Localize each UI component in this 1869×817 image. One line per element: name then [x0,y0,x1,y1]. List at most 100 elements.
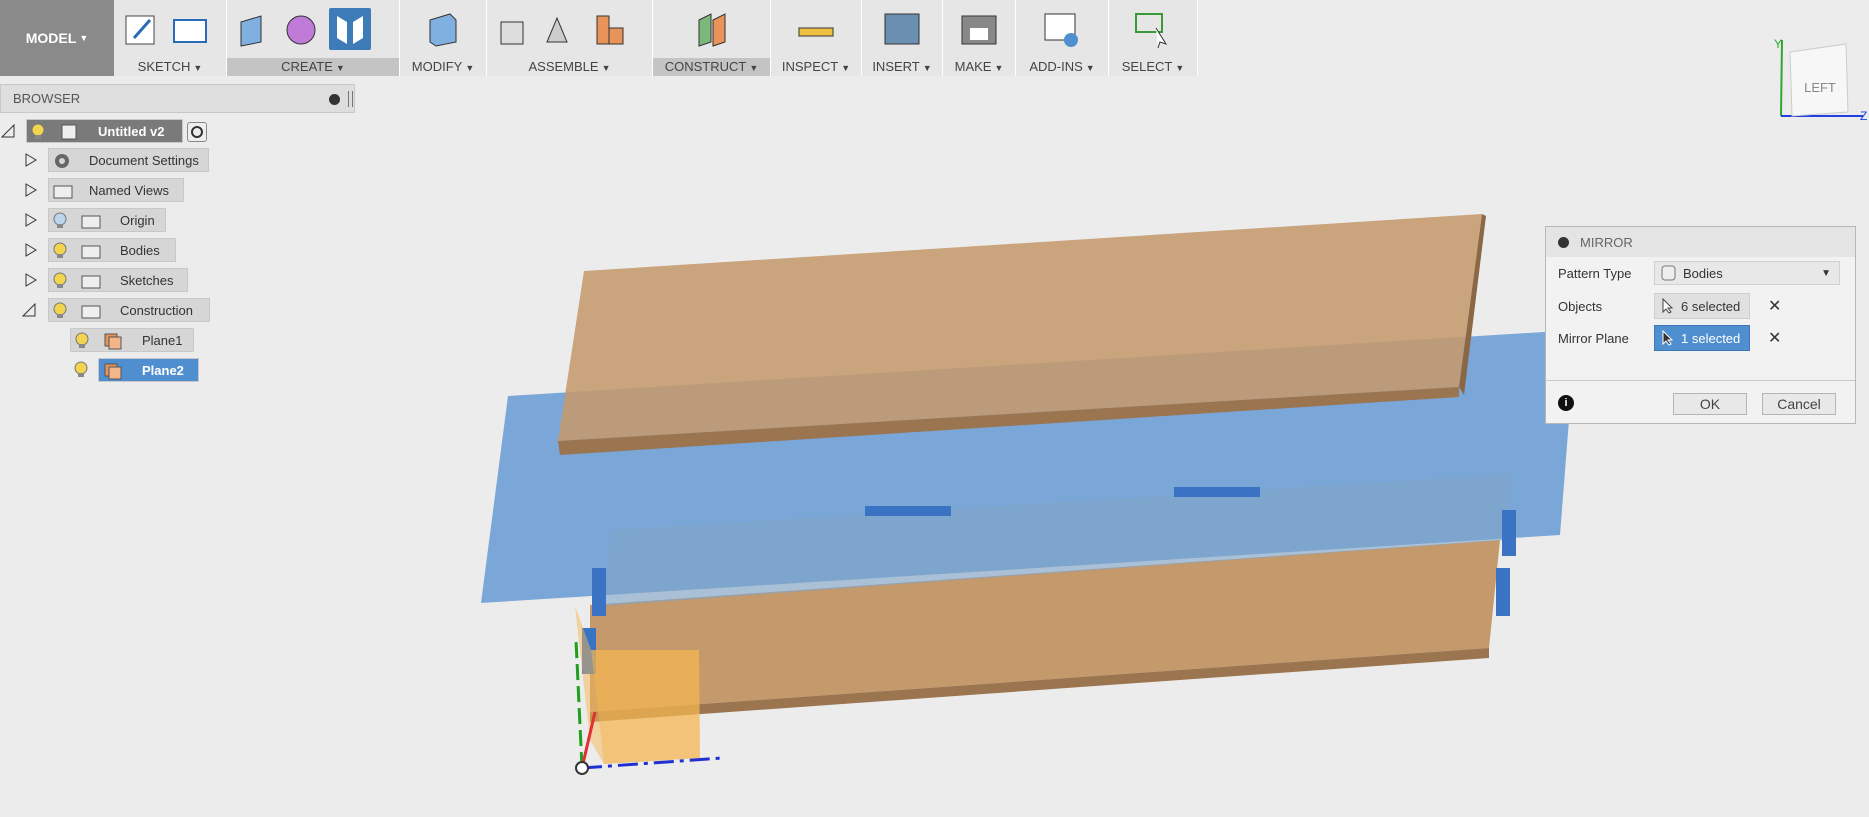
origin-point[interactable] [575,761,589,775]
add-ins-menu[interactable]: ADD-INS ▼ [1016,58,1108,76]
3d-print-icon[interactable] [958,8,1000,50]
modify-menu[interactable]: MODIFY ▼ [400,58,486,76]
expand-triangle-icon[interactable] [24,273,38,287]
add-ins-group: ADD-INS ▼ [1016,0,1109,76]
body-icon [1661,265,1676,281]
measure-icon[interactable] [795,8,837,50]
scripts-icon[interactable] [1041,8,1083,50]
collapse-triangle-icon[interactable] [1,124,15,138]
mirror-dialog-title: MIRROR [1580,235,1633,250]
ok-button[interactable]: OK [1673,393,1747,415]
sketch-group: SKETCH ▼ [114,0,227,76]
sketch-menu[interactable]: SKETCH ▼ [114,58,226,76]
pattern-type-value: Bodies [1683,265,1723,281]
expand-triangle-icon[interactable] [24,153,38,167]
expand-triangle-icon[interactable] [24,213,38,227]
construct-group: CONSTRUCT ▼ [653,0,771,76]
folder-icon [53,185,73,199]
plane2-selected-highlight[interactable]: Plane2 [98,358,199,382]
folder-icon [81,215,101,229]
tree-item-label: Named Views [89,182,169,198]
mirror-icon[interactable] [329,8,371,50]
tree-item-label: Bodies [120,242,160,258]
joint-icon[interactable] [541,8,583,50]
expand-triangle-icon[interactable] [24,183,38,197]
folder-icon [81,275,101,289]
extrude-icon[interactable] [233,8,275,50]
lightbulb-icon[interactable] [74,361,88,379]
mirror-dialog: MIRROR Pattern Type Bodies ▼ Objects 6 s… [1545,226,1856,424]
lightbulb-off-icon[interactable] [53,212,67,230]
expand-triangle-icon[interactable] [24,243,38,257]
inspect-menu[interactable]: INSPECT ▼ [771,58,861,76]
tree-item-document-settings[interactable]: Document Settings [48,148,209,172]
dialog-divider [1546,380,1855,381]
panel-grip-icon[interactable] [348,91,353,107]
chevron-down-icon: ▼ [1821,267,1831,279]
objects-value: 6 selected [1681,298,1741,314]
collapse-icon[interactable] [329,94,340,105]
info-icon[interactable]: i [1558,395,1574,411]
viewcube-y-axis [1780,39,1783,117]
inspect-group: INSPECT ▼ [771,0,862,76]
lightbulb-icon[interactable] [75,332,89,350]
make-menu[interactable]: MAKE ▼ [943,58,1015,76]
mirror-plane-selection[interactable]: 1 selected [1654,325,1750,351]
offset-plane-icon[interactable] [691,8,733,50]
clear-objects-icon[interactable]: ✕ [1768,296,1781,316]
mirror-dialog-header[interactable]: MIRROR [1546,227,1855,257]
assemble-group: ASSEMBLE ▼ [487,0,653,76]
clear-mirror-plane-icon[interactable]: ✕ [1768,328,1781,348]
objects-selection[interactable]: 6 selected [1654,293,1750,319]
root-label: Untitled v2 [98,123,165,139]
lightbulb-icon[interactable] [31,123,45,141]
create-menu[interactable]: CREATE ▼ [227,58,399,76]
pattern-type-dropdown[interactable]: Bodies ▼ [1654,261,1840,285]
collapse-triangle-icon[interactable] [22,303,36,317]
construct-menu[interactable]: CONSTRUCT ▼ [653,58,770,76]
viewcube-face-label: LEFT [1804,80,1836,95]
folder-icon [81,305,101,319]
lightbulb-icon[interactable] [53,272,67,290]
tree-item-bodies[interactable]: Bodies [48,238,176,262]
press-pull-icon[interactable] [422,8,464,50]
viewcube-y-label: Y [1774,37,1782,51]
activate-component-icon[interactable] [187,122,207,142]
gear-icon [55,154,69,168]
construction-plane-icon [104,333,122,350]
tree-item-origin[interactable]: Origin [48,208,166,232]
new-component-icon[interactable] [493,8,535,50]
tree-item-label: Document Settings [89,152,199,168]
cancel-button[interactable]: Cancel [1762,393,1836,415]
minimize-icon[interactable] [1558,237,1569,248]
lightbulb-icon[interactable] [53,242,67,260]
mirror-plane-value: 1 selected [1681,330,1741,346]
tree-item-sketches[interactable]: Sketches [48,268,188,292]
tree-item-label: Construction [120,302,193,318]
select-menu[interactable]: SELECT ▼ [1109,58,1197,76]
tree-item-plane2[interactable]: Plane2 [70,358,199,382]
tree-item-construction[interactable]: Construction [48,298,210,322]
workspace-switcher[interactable]: MODEL ▼ [0,0,114,76]
select-group: SELECT ▼ [1109,0,1198,76]
insert-menu[interactable]: INSERT ▼ [862,58,942,76]
tree-item-label: Plane2 [142,362,184,378]
view-cube[interactable]: LEFT Y Z [1770,30,1869,130]
tree-root-untitled[interactable]: Untitled v2 [26,119,183,143]
objects-label: Objects [1558,299,1603,314]
make-group: MAKE ▼ [943,0,1016,76]
modify-group: MODIFY ▼ [400,0,487,76]
as-built-joint-icon[interactable] [589,8,631,50]
assemble-menu[interactable]: ASSEMBLE ▼ [487,58,652,76]
tree-item-plane1[interactable]: Plane1 [70,328,194,352]
chevron-down-icon: ▼ [79,33,89,43]
create-sketch-icon[interactable] [120,8,162,50]
cursor-icon [1662,330,1674,346]
lightbulb-icon[interactable] [53,302,67,320]
select-icon[interactable] [1132,8,1174,50]
tree-item-named-views[interactable]: Named Views [48,178,184,202]
stop-sketch-icon[interactable] [168,8,210,50]
insert-image-icon[interactable] [881,8,923,50]
component-icon [61,124,77,140]
form-icon[interactable] [281,8,323,50]
